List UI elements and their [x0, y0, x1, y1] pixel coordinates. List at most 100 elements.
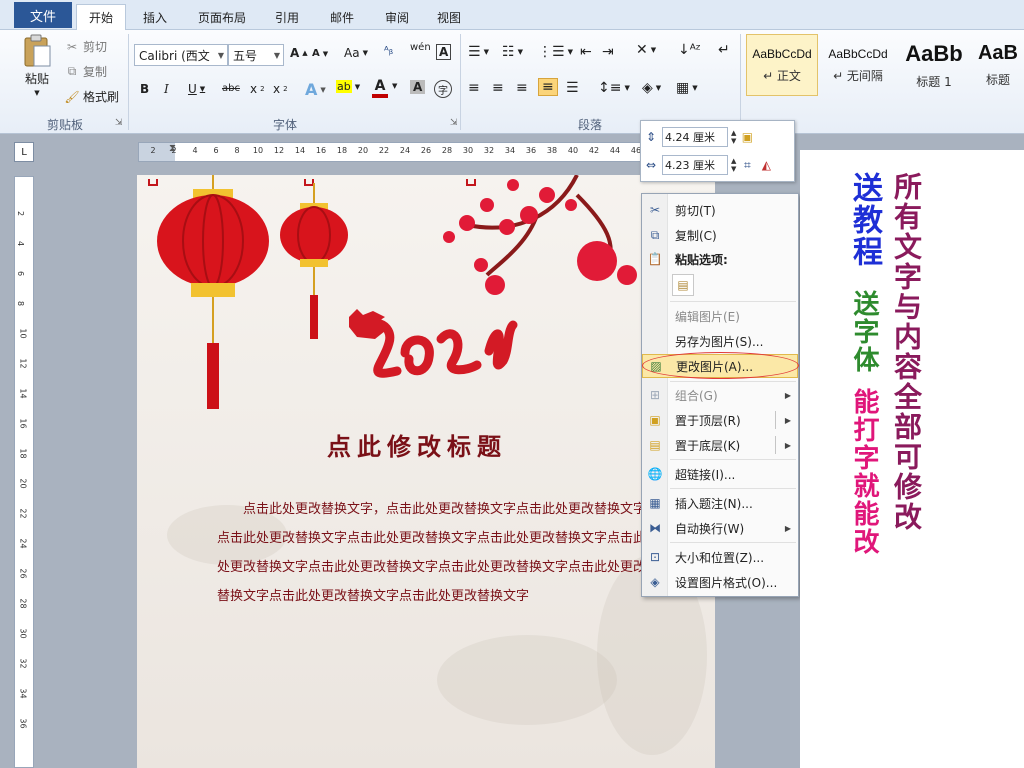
shading-button[interactable]: ◈ ▼	[642, 80, 661, 96]
menu-item-label: 粘贴选项:	[675, 252, 728, 267]
menu-item-copy[interactable]: ⧉ 复制(C)	[642, 223, 798, 247]
style-heading-1[interactable]: AaBb 标题 1	[898, 34, 970, 96]
align-right-button[interactable]: ≡	[516, 80, 528, 96]
chevron-right-icon[interactable]: ▶	[785, 441, 791, 450]
character-border-button[interactable]: A	[436, 44, 452, 60]
clipboard-launcher-icon[interactable]: ⇲	[115, 118, 123, 128]
tab-selector-button[interactable]: L	[14, 142, 34, 162]
tab-insert[interactable]: 插入	[130, 4, 180, 30]
height-icon: ⇕	[645, 130, 657, 144]
tab-review[interactable]: 审阅	[372, 4, 422, 30]
chinese-layout-button[interactable]: ✕ ▼	[636, 42, 656, 58]
borders-button[interactable]: ▦ ▼	[676, 80, 698, 96]
height-spinner[interactable]: ▲ ▼	[731, 129, 736, 145]
paste-keep-source-button[interactable]: ▤	[672, 274, 694, 296]
align-left-button[interactable]: ≡	[468, 80, 480, 96]
font-color-dropdown-icon[interactable]: ▼	[392, 82, 397, 90]
sort-button[interactable]: ↓ᴬᶻ	[678, 42, 701, 58]
font-launcher-icon[interactable]: ⇲	[450, 118, 458, 128]
grow-font-button[interactable]: A ▲	[290, 46, 308, 60]
format-painter-button[interactable]: 🖌 格式刷	[64, 88, 119, 105]
highlight-button[interactable]: ab ▼	[336, 80, 360, 93]
document-title[interactable]: 点此修改标题	[327, 427, 507, 462]
ruler-tick-label: 36	[525, 146, 537, 155]
tab-file[interactable]: 文件	[14, 2, 72, 28]
italic-button[interactable]: I	[164, 82, 169, 96]
copy-button[interactable]: ⧉ 复制	[64, 63, 107, 80]
ruler-tick-label: 12	[18, 358, 28, 369]
menu-item-hyperlink[interactable]: 🌐 超链接(I)...	[642, 462, 798, 486]
superscript-button[interactable]: x2	[273, 82, 288, 96]
increase-indent-button[interactable]: ⇥	[602, 44, 614, 60]
bold-button[interactable]: B	[140, 82, 149, 96]
change-case-button[interactable]: Aa ▼	[344, 46, 368, 60]
style-no-spacing[interactable]: AaBbCcDd ↵ 无间隔	[822, 34, 894, 96]
menu-item-format-picture[interactable]: ◈ 设置图片格式(O)...	[642, 570, 798, 594]
enclose-character-button[interactable]: 字	[434, 80, 452, 98]
horizontal-ruler[interactable]: 2 2 4 6 8 10 12 14 16 18 20 22 24 26 28 30 32 34 36 38 40 42 4…	[138, 142, 644, 162]
subscript-button[interactable]: x2	[250, 82, 265, 96]
chevron-right-icon[interactable]: ▶	[785, 416, 791, 425]
font-size-value: 五号	[233, 48, 258, 63]
font-name-combo[interactable]: Calibri (西文 ▼	[134, 44, 228, 66]
picture-height-field[interactable]: 4.24 厘米	[662, 127, 728, 147]
ruler-tick-label: 26	[18, 568, 28, 579]
menu-item-size-position[interactable]: ⊡ 大小和位置(Z)...	[642, 545, 798, 569]
multilevel-list-button[interactable]: ⋮☰ ▼	[538, 44, 573, 60]
vertical-ruler[interactable]: 2 4 6 8 10 12 14 16 18 20 22 24 26 28 30 32 34 36	[14, 176, 34, 768]
menu-item-edit-picture[interactable]: 编辑图片(E)	[642, 304, 798, 328]
menu-item-text-wrapping[interactable]: ⧓ 自动换行(W) ▶	[642, 516, 798, 540]
font-size-combo[interactable]: 五号 ▼	[228, 44, 284, 66]
line-spacing-button[interactable]: ↕≡ ▼	[598, 80, 630, 96]
phonetic-guide-icon[interactable]: wén	[410, 42, 431, 53]
distributed-button[interactable]: ☰	[566, 80, 579, 96]
style-title[interactable]: AaB 标题	[972, 34, 1024, 96]
style-preview: AaB	[977, 42, 1018, 64]
ruler-tick-label: 22	[18, 508, 28, 519]
picture-width-field[interactable]: 4.23 厘米	[662, 155, 728, 175]
tab-home[interactable]: 开始	[76, 4, 126, 30]
ribbon: 粘贴 ▼ ✂ 剪切 ⧉ 复制 🖌 格式刷 剪贴板 ⇲ Calibri (西文 ▼ 五号 ▼…	[0, 30, 1024, 134]
menu-item-label: 复制(C)	[675, 228, 717, 243]
document-body[interactable]: 点击此处更改替换文字，点击此处更改替换文字点击此处更改替换文字点击此处更改替换文…	[217, 495, 647, 611]
justify-button[interactable]: ≡	[538, 78, 558, 96]
underline-button[interactable]: U ▼	[188, 82, 205, 96]
indent-marker-icon[interactable]: ⧗	[169, 143, 176, 154]
menu-item-save-as-picture[interactable]: 另存为图片(S)...	[642, 329, 798, 353]
align-center-button[interactable]: ≡	[492, 80, 504, 96]
document-page[interactable]: 点此修改标题 点击此处更改替换文字，点击此处更改替换文字点击此处更改替换文字点击…	[137, 175, 715, 768]
tab-mailings[interactable]: 邮件	[317, 4, 367, 30]
picture-style-icon[interactable]: ◭	[758, 157, 774, 173]
text-effects-button[interactable]: A ▼	[305, 80, 326, 99]
show-marks-button[interactable]: ↵	[718, 42, 730, 58]
decrease-indent-button[interactable]: ⇤	[580, 44, 592, 60]
menu-separator	[670, 542, 796, 543]
paste-dropdown-icon[interactable]: ▼	[34, 89, 39, 97]
tab-page-layout[interactable]: 页面布局	[186, 4, 258, 30]
tab-references[interactable]: 引用	[262, 4, 312, 30]
tab-view[interactable]: 视图	[424, 4, 474, 30]
paste-button[interactable]: 粘贴 ▼	[22, 34, 52, 97]
menu-item-cut[interactable]: ✂ 剪切(T)	[642, 198, 798, 222]
style-normal[interactable]: AaBbCcDd ↵ 正文	[746, 34, 818, 96]
menu-item-send-to-back[interactable]: ▤ 置于底层(K) ▶	[642, 433, 798, 457]
style-name: 标题 1	[916, 74, 952, 89]
decoration-image[interactable]	[137, 175, 715, 415]
shrink-font-button[interactable]: A ▼	[312, 48, 328, 59]
format-painter-label: 格式刷	[83, 90, 120, 104]
clear-format-icon[interactable]: ᴬᵦ	[384, 44, 393, 57]
menu-item-insert-caption[interactable]: ▦ 插入题注(N)...	[642, 491, 798, 515]
strikethrough-button[interactable]: abc	[222, 83, 240, 94]
character-shading-button[interactable]: A	[410, 80, 426, 94]
font-color-button[interactable]: A	[372, 78, 388, 98]
bullets-button[interactable]: ☰ ▼	[468, 44, 489, 60]
bring-front-icon[interactable]: ▣	[739, 129, 755, 145]
split-divider	[775, 411, 776, 429]
menu-item-group[interactable]: ⊞ 组合(G) ▶	[642, 383, 798, 407]
numbering-button[interactable]: ☷ ▼	[502, 44, 523, 60]
ruler-tick-label: 4	[16, 240, 26, 247]
cut-button[interactable]: ✂ 剪切	[64, 38, 107, 55]
menu-item-bring-to-front[interactable]: ▣ 置于顶层(R) ▶	[642, 408, 798, 432]
crop-icon[interactable]: ⌗	[739, 157, 755, 173]
width-spinner[interactable]: ▲ ▼	[731, 157, 736, 173]
